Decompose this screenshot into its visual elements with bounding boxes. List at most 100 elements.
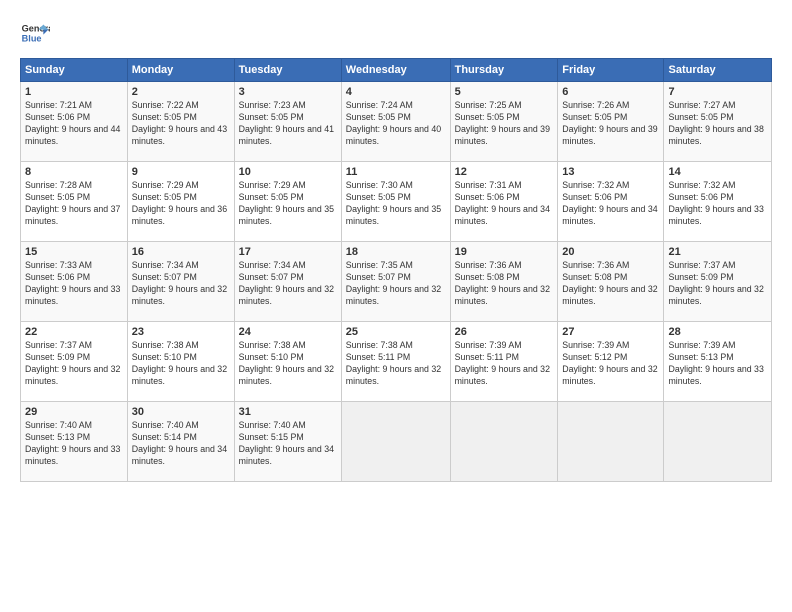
day-number: 4 <box>346 86 446 98</box>
calendar-cell: 7 Sunrise: 7:27 AMSunset: 5:05 PMDaylight… <box>664 82 772 162</box>
calendar-cell <box>450 402 558 482</box>
logo: General Blue <box>20 18 50 48</box>
day-info: Sunrise: 7:40 AMSunset: 5:14 PMDaylight:… <box>132 420 230 468</box>
day-number: 20 <box>562 246 659 258</box>
day-number: 27 <box>562 326 659 338</box>
day-info: Sunrise: 7:40 AMSunset: 5:15 PMDaylight:… <box>239 420 337 468</box>
calendar-header-row: SundayMondayTuesdayWednesdayThursdayFrid… <box>21 59 772 82</box>
day-number: 6 <box>562 86 659 98</box>
header: General Blue <box>20 18 772 48</box>
day-number: 3 <box>239 86 337 98</box>
day-info: Sunrise: 7:39 AMSunset: 5:11 PMDaylight:… <box>455 340 554 388</box>
weekday-header-saturday: Saturday <box>664 59 772 82</box>
day-number: 23 <box>132 326 230 338</box>
day-number: 28 <box>668 326 767 338</box>
day-number: 9 <box>132 166 230 178</box>
calendar-cell: 11 Sunrise: 7:30 AMSunset: 5:05 PMDayligh… <box>341 162 450 242</box>
day-info: Sunrise: 7:36 AMSunset: 5:08 PMDaylight:… <box>455 260 554 308</box>
calendar-cell: 24Sunrise: 7:38 AMSunset: 5:10 PMDayligh… <box>234 322 341 402</box>
calendar-week-row: 15 Sunrise: 7:33 AMSunset: 5:06 PMDayligh… <box>21 242 772 322</box>
day-number: 1 <box>25 86 123 98</box>
calendar-cell: 26Sunrise: 7:39 AMSunset: 5:11 PMDayligh… <box>450 322 558 402</box>
day-info: Sunrise: 7:27 AMSunset: 5:05 PMDaylight:… <box>668 100 767 148</box>
calendar-body: 1 Sunrise: 7:21 AMSunset: 5:06 PMDaylight… <box>21 82 772 482</box>
day-number: 15 <box>25 246 123 258</box>
calendar-cell: 15 Sunrise: 7:33 AMSunset: 5:06 PMDayligh… <box>21 242 128 322</box>
day-info: Sunrise: 7:30 AMSunset: 5:05 PMDaylight:… <box>346 180 446 228</box>
calendar-cell: 21 Sunrise: 7:37 AMSunset: 5:09 PMDayligh… <box>664 242 772 322</box>
day-number: 17 <box>239 246 337 258</box>
calendar-cell <box>664 402 772 482</box>
calendar-cell: 14 Sunrise: 7:32 AMSunset: 5:06 PMDayligh… <box>664 162 772 242</box>
calendar-cell: 2 Sunrise: 7:22 AMSunset: 5:05 PMDaylight… <box>127 82 234 162</box>
calendar-week-row: 22 Sunrise: 7:37 AMSunset: 5:09 PMDayligh… <box>21 322 772 402</box>
calendar-cell: 12 Sunrise: 7:31 AMSunset: 5:06 PMDayligh… <box>450 162 558 242</box>
day-number: 21 <box>668 246 767 258</box>
calendar-cell <box>341 402 450 482</box>
calendar-cell: 4Sunrise: 7:24 AMSunset: 5:05 PMDaylight… <box>341 82 450 162</box>
day-number: 13 <box>562 166 659 178</box>
day-info: Sunrise: 7:36 AMSunset: 5:08 PMDaylight:… <box>562 260 659 308</box>
weekday-header-tuesday: Tuesday <box>234 59 341 82</box>
day-info: Sunrise: 7:38 AMSunset: 5:10 PMDaylight:… <box>239 340 337 388</box>
calendar-cell: 28 Sunrise: 7:39 AMSunset: 5:13 PMDayligh… <box>664 322 772 402</box>
calendar-week-row: 1 Sunrise: 7:21 AMSunset: 5:06 PMDaylight… <box>21 82 772 162</box>
calendar-cell: 10 Sunrise: 7:29 AMSunset: 5:05 PMDayligh… <box>234 162 341 242</box>
day-info: Sunrise: 7:21 AMSunset: 5:06 PMDaylight:… <box>25 100 123 148</box>
calendar-cell: 29Sunrise: 7:40 AMSunset: 5:13 PMDayligh… <box>21 402 128 482</box>
day-info: Sunrise: 7:39 AMSunset: 5:13 PMDaylight:… <box>668 340 767 388</box>
day-number: 16 <box>132 246 230 258</box>
day-number: 14 <box>668 166 767 178</box>
day-number: 22 <box>25 326 123 338</box>
calendar-cell: 20 Sunrise: 7:36 AMSunset: 5:08 PMDayligh… <box>558 242 664 322</box>
day-info: Sunrise: 7:37 AMSunset: 5:09 PMDaylight:… <box>668 260 767 308</box>
day-info: Sunrise: 7:37 AMSunset: 5:09 PMDaylight:… <box>25 340 123 388</box>
day-info: Sunrise: 7:35 AMSunset: 5:07 PMDaylight:… <box>346 260 446 308</box>
calendar-cell: 30Sunrise: 7:40 AMSunset: 5:14 PMDayligh… <box>127 402 234 482</box>
calendar-cell: 23 Sunrise: 7:38 AMSunset: 5:10 PMDayligh… <box>127 322 234 402</box>
svg-text:Blue: Blue <box>22 33 42 43</box>
weekday-header-monday: Monday <box>127 59 234 82</box>
day-number: 7 <box>668 86 767 98</box>
day-number: 12 <box>455 166 554 178</box>
calendar-cell: 5Sunrise: 7:25 AMSunset: 5:05 PMDaylight… <box>450 82 558 162</box>
weekday-header-thursday: Thursday <box>450 59 558 82</box>
weekday-header-sunday: Sunday <box>21 59 128 82</box>
weekday-header-wednesday: Wednesday <box>341 59 450 82</box>
calendar-week-row: 8Sunrise: 7:28 AMSunset: 5:05 PMDaylight… <box>21 162 772 242</box>
day-number: 18 <box>346 246 446 258</box>
calendar-cell: 6 Sunrise: 7:26 AMSunset: 5:05 PMDaylight… <box>558 82 664 162</box>
day-info: Sunrise: 7:40 AMSunset: 5:13 PMDaylight:… <box>25 420 123 468</box>
calendar-week-row: 29Sunrise: 7:40 AMSunset: 5:13 PMDayligh… <box>21 402 772 482</box>
day-number: 5 <box>455 86 554 98</box>
calendar-cell: 9Sunrise: 7:29 AMSunset: 5:05 PMDaylight… <box>127 162 234 242</box>
calendar-cell: 19 Sunrise: 7:36 AMSunset: 5:08 PMDayligh… <box>450 242 558 322</box>
day-info: Sunrise: 7:29 AMSunset: 5:05 PMDaylight:… <box>239 180 337 228</box>
calendar-cell: 1 Sunrise: 7:21 AMSunset: 5:06 PMDaylight… <box>21 82 128 162</box>
day-number: 2 <box>132 86 230 98</box>
calendar-cell: 17 Sunrise: 7:34 AMSunset: 5:07 PMDayligh… <box>234 242 341 322</box>
day-info: Sunrise: 7:31 AMSunset: 5:06 PMDaylight:… <box>455 180 554 228</box>
day-number: 11 <box>346 166 446 178</box>
day-info: Sunrise: 7:23 AMSunset: 5:05 PMDaylight:… <box>239 100 337 148</box>
logo-icon: General Blue <box>20 18 50 48</box>
day-info: Sunrise: 7:34 AMSunset: 5:07 PMDaylight:… <box>239 260 337 308</box>
day-info: Sunrise: 7:38 AMSunset: 5:10 PMDaylight:… <box>132 340 230 388</box>
day-info: Sunrise: 7:33 AMSunset: 5:06 PMDaylight:… <box>25 260 123 308</box>
day-number: 10 <box>239 166 337 178</box>
calendar-cell <box>558 402 664 482</box>
day-info: Sunrise: 7:22 AMSunset: 5:05 PMDaylight:… <box>132 100 230 148</box>
day-info: Sunrise: 7:32 AMSunset: 5:06 PMDaylight:… <box>668 180 767 228</box>
day-number: 25 <box>346 326 446 338</box>
calendar-page: General Blue SundayMondayTuesdayWednesda… <box>0 0 792 612</box>
calendar-cell: 13Sunrise: 7:32 AMSunset: 5:06 PMDayligh… <box>558 162 664 242</box>
day-info: Sunrise: 7:38 AMSunset: 5:11 PMDaylight:… <box>346 340 446 388</box>
calendar-table: SundayMondayTuesdayWednesdayThursdayFrid… <box>20 58 772 482</box>
weekday-header-friday: Friday <box>558 59 664 82</box>
calendar-cell: 31Sunrise: 7:40 AMSunset: 5:15 PMDayligh… <box>234 402 341 482</box>
day-number: 19 <box>455 246 554 258</box>
day-info: Sunrise: 7:26 AMSunset: 5:05 PMDaylight:… <box>562 100 659 148</box>
calendar-cell: 8Sunrise: 7:28 AMSunset: 5:05 PMDaylight… <box>21 162 128 242</box>
day-info: Sunrise: 7:34 AMSunset: 5:07 PMDaylight:… <box>132 260 230 308</box>
calendar-cell: 25 Sunrise: 7:38 AMSunset: 5:11 PMDayligh… <box>341 322 450 402</box>
